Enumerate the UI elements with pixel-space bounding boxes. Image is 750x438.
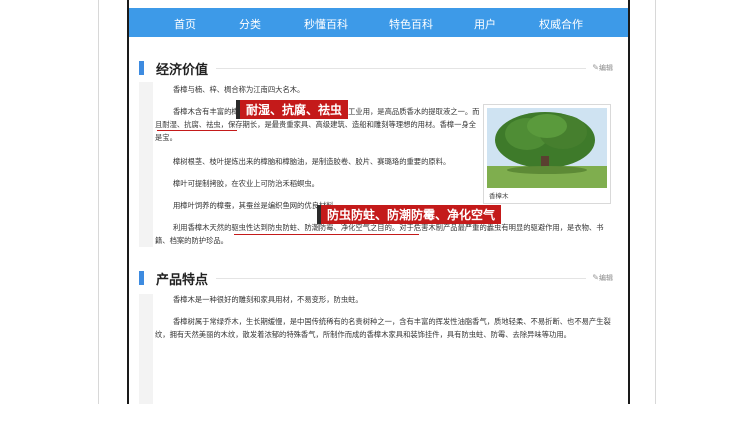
tree-image [487, 108, 607, 188]
nav-category[interactable]: 分类 [239, 16, 261, 32]
top-navbar: 首页 分类 秒懂百科 特色百科 用户 权威合作 [129, 8, 628, 37]
camphor-tree-photo[interactable]: 香樟木 [483, 104, 611, 204]
edit-button[interactable]: ✎编辑 [592, 63, 613, 73]
section-heading-economic: 经济价值 ✎编辑 [139, 59, 613, 78]
paragraph: 樟叶可提制拷胶，在农业上可防治禾稻螟虫。 [173, 179, 319, 188]
pencil-icon: ✎ [592, 63, 599, 72]
section-marker [139, 271, 144, 285]
section-divider [216, 67, 587, 69]
callout-label: 耐湿、抗腐、祛虫 [236, 100, 349, 119]
section-title: 经济价值 [156, 62, 209, 78]
browser-frame: 首页 分类 秒懂百科 特色百科 用户 权威合作 经济价值 ✎编辑 香樟与楠、梓、… [127, 0, 630, 404]
paragraph: 樟树根茎、枝叶提炼出来的樟脑和樟脑油，是制造胶卷、胶片、赛璐珞的重要的原料。 [173, 157, 451, 166]
edit-button[interactable]: ✎编辑 [592, 273, 613, 283]
highlight-underline [157, 130, 237, 131]
nav-featured-wiki[interactable]: 特色百科 [389, 16, 433, 32]
photo-caption: 香樟木 [489, 192, 509, 200]
pencil-icon: ✎ [592, 273, 599, 282]
content-gutter [139, 294, 153, 404]
callout-label: 防虫防蛀、防潮防霉、净化空气 [317, 205, 502, 224]
section-divider [216, 277, 587, 279]
page-shadow-left [98, 0, 99, 404]
section-heading-features: 产品特点 ✎编辑 [139, 269, 613, 288]
section-title: 产品特点 [156, 272, 209, 288]
highlight-underline [234, 234, 419, 235]
paragraph: 香樟与楠、梓、椆合称为江南四大名木。 [173, 85, 305, 94]
nav-home[interactable]: 首页 [174, 16, 196, 32]
content-gutter [139, 82, 153, 247]
paragraph: 香樟木是一种很好的雕刻和家具用材，不易变形，防虫蛀。 [173, 295, 363, 304]
paragraph: 香樟树属于常绿乔木，生长期缓慢，是中国传统稀有的名贵树种之一，含有丰富的挥发性油… [155, 317, 611, 339]
nav-second-wiki[interactable]: 秒懂百科 [304, 16, 348, 32]
nav-partners[interactable]: 权威合作 [539, 16, 583, 32]
nav-user[interactable]: 用户 [474, 16, 496, 32]
page-shadow-right [655, 0, 656, 404]
section-marker [139, 61, 144, 75]
